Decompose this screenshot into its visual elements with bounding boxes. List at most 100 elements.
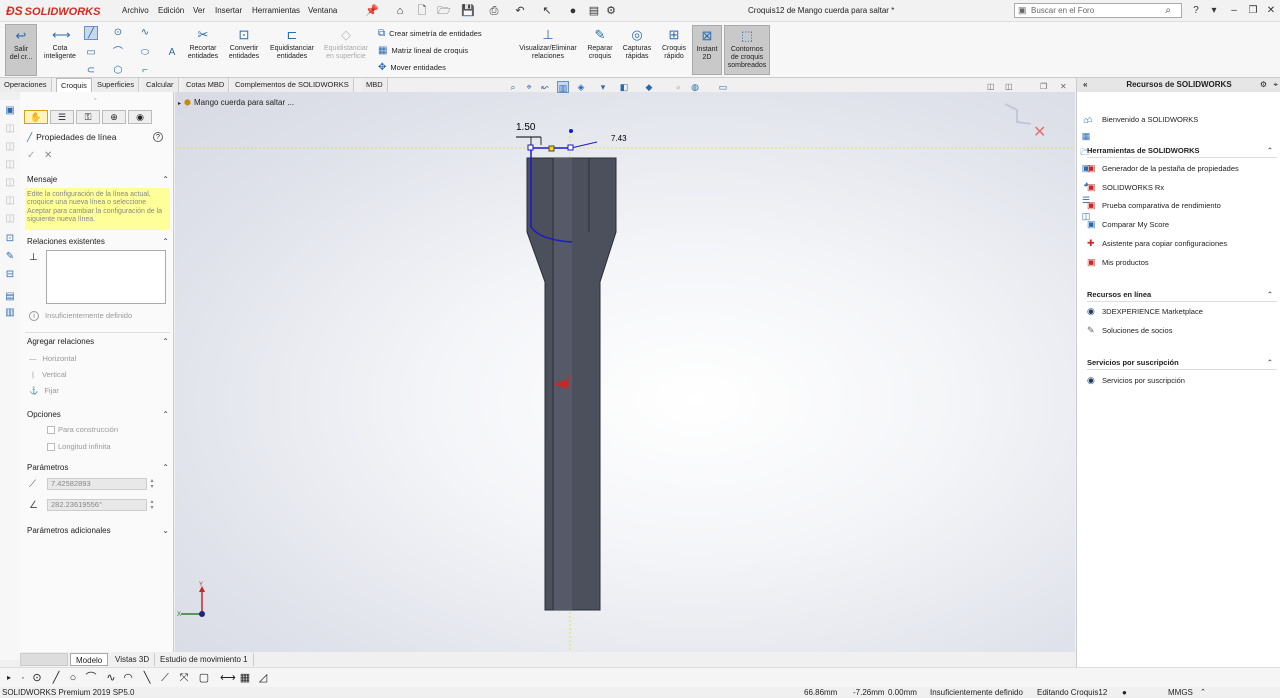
tool-icon-7[interactable]: ◫ — [3, 212, 17, 226]
collapse-handle-icon[interactable]: ◦ — [94, 96, 96, 103]
existing-relations-header[interactable]: Relaciones existentes ⌃ — [27, 237, 169, 246]
parameters-header[interactable]: Parámetros ⌃ — [27, 463, 169, 472]
construction-line-icon[interactable]: ⟋ — [158, 671, 172, 685]
menu-herramientas[interactable]: Herramientas — [252, 6, 300, 15]
checkbox[interactable] — [47, 443, 55, 452]
length-spinner[interactable]: ▴ ▾ — [148, 478, 156, 490]
dimension-value-1[interactable]: 1.50 — [516, 122, 535, 133]
rebuild-status-icon[interactable]: ● — [1122, 688, 1127, 697]
edit-appearance-icon[interactable]: ◕ — [672, 81, 684, 93]
trim-entities-button[interactable]: ✂ Recortar entidades — [184, 27, 222, 75]
offset-entities-button[interactable]: ⊏ Equidistanciar entidades — [266, 27, 318, 75]
spline-icon[interactable]: ∿ — [104, 671, 118, 685]
rapid-sketch-button[interactable]: ⊞ Croquis rápido — [658, 27, 690, 75]
tab-estudio-movimiento[interactable]: Estudio de movimiento 1 — [155, 653, 254, 666]
hide-show-icon[interactable]: ◆ — [643, 81, 655, 93]
tools-section-header[interactable]: Herramientas de SOLIDWORKS ⌃ — [1087, 146, 1277, 158]
unit-system[interactable]: MMGS — [1168, 688, 1193, 697]
tool-icon-4[interactable]: ◫ — [3, 158, 17, 172]
for-construction-checkbox[interactable]: Para construcción — [47, 425, 118, 435]
display-style-icon[interactable]: ◧ — [618, 81, 630, 93]
polygon-tool-icon[interactable]: ⬡ — [111, 64, 125, 78]
spline-tool-icon[interactable]: ∿ — [138, 26, 152, 40]
sketch-relations-icon[interactable]: ⊟ — [3, 268, 17, 282]
tool-icon-6[interactable]: ◫ — [3, 194, 17, 208]
centerline-icon[interactable]: ╲ — [140, 671, 154, 685]
tool-item[interactable]: ▣ Mis productos — [1087, 257, 1149, 268]
zoom-fit-icon[interactable]: ⌕ — [507, 81, 519, 93]
select-cursor-icon[interactable]: ↖ — [540, 4, 554, 18]
pin-icon[interactable]: 📌 — [365, 4, 379, 18]
subscription-header[interactable]: Servicios por suscripción ⌃ — [1087, 358, 1277, 370]
online-item[interactable]: ✎ Soluciones de socios — [1087, 325, 1172, 336]
shaded-sketch-contours-button[interactable]: ⬚ Contornos de croquis sombreados — [724, 25, 770, 75]
apply-scene-icon[interactable]: ◍ — [689, 81, 701, 93]
rebuild-icon[interactable]: ● — [566, 4, 580, 18]
line-icon[interactable]: ╱ — [49, 671, 63, 685]
save-icon[interactable]: 💾 — [461, 4, 475, 18]
toolbar-arrow-icon[interactable]: ▸ — [2, 671, 16, 685]
smart-dimension-button[interactable]: ⟷ Cota inteligente — [40, 27, 80, 75]
tool-item[interactable]: ▣ Prueba comparativa de rendimiento — [1087, 200, 1221, 211]
dimension-value-2[interactable]: 7.43 — [611, 134, 627, 143]
open-folder-icon[interactable]: 🗁 — [437, 4, 451, 18]
home-icon[interactable]: ⌂ — [393, 4, 407, 18]
arc-3pt-icon[interactable]: ◠ — [121, 671, 135, 685]
relation-fix[interactable]: ⚓ Fijar — [29, 386, 59, 395]
rectangle-tool-icon[interactable]: ▭ — [84, 46, 98, 60]
angle-field[interactable]: 282.23619556° — [47, 499, 147, 511]
move-entities-button[interactable]: ✥ Mover entidades — [378, 62, 446, 73]
tab-superficies[interactable]: Superficies — [93, 78, 140, 92]
welcome-link[interactable]: ⌂ Bienvenido a SOLIDWORKS — [1087, 114, 1198, 124]
menu-edicion[interactable]: Edición — [158, 6, 184, 15]
undo-icon[interactable]: ↶ — [513, 4, 527, 18]
point-icon[interactable]: · — [16, 671, 30, 685]
viewport-restore-icon[interactable]: ❐ — [1040, 82, 1047, 91]
convert-icon[interactable]: ▢ — [197, 671, 211, 685]
tool-item[interactable]: ✚ Asistente para copiar configuraciones — [1087, 238, 1227, 249]
search-icon[interactable]: ⌕ — [1165, 4, 1171, 17]
previous-view-icon[interactable]: ↜ — [539, 81, 551, 93]
sketch-tool-icon[interactable]: ⊡ — [3, 232, 17, 246]
display-delete-relations-button[interactable]: ⊥ Visualizar/Eliminar relaciones — [514, 27, 582, 75]
view-orientation-dropdown-icon[interactable]: ▾ — [597, 81, 609, 93]
tab-operaciones[interactable]: Operaciones — [0, 78, 52, 92]
restore-button[interactable]: ❐ — [1245, 4, 1261, 18]
fillet-tool-icon[interactable]: ⌐ — [138, 64, 152, 78]
instant-2d-button[interactable]: ⊠ Instant 2D — [692, 25, 722, 75]
tool-icon-5[interactable]: ◫ — [3, 176, 17, 190]
configuration-tab-icon[interactable]: ⚿ — [76, 110, 100, 124]
options-header[interactable]: Opciones ⌃ — [27, 410, 169, 419]
tool-icon-3[interactable]: ◫ — [3, 140, 17, 154]
appearance-tab-icon[interactable]: ◉ — [128, 110, 152, 124]
angle-spinner[interactable]: ▴ ▾ — [148, 499, 156, 511]
help-icon[interactable]: ? — [153, 132, 163, 142]
tile-window-icon-2[interactable]: ◫ — [1005, 82, 1013, 91]
collapse-panel-icon[interactable]: « — [1083, 78, 1087, 92]
exit-sketch-button[interactable]: ↩ Salir del cr... — [5, 24, 37, 76]
message-section-header[interactable]: Mensaje ⌃ — [27, 175, 169, 184]
display-tool-icon-2[interactable]: ▥ — [3, 306, 17, 320]
tab-complementos[interactable]: Complementos de SOLIDWORKS — [231, 78, 354, 92]
online-item[interactable]: ◉ 3DEXPERIENCE Marketplace — [1087, 306, 1203, 317]
relation-vertical[interactable]: | Vertical — [29, 370, 67, 379]
checkbox[interactable] — [47, 426, 55, 435]
arc-icon[interactable]: ⌒ — [84, 671, 98, 685]
menu-archivo[interactable]: Archivo — [122, 6, 149, 15]
offset-surface-button[interactable]: ◇ Equidistanciar en superficie — [320, 27, 372, 75]
circle-icon[interactable]: ○ — [66, 671, 80, 685]
close-button[interactable]: ✕ — [1263, 4, 1279, 18]
minimize-button[interactable]: – — [1226, 4, 1242, 18]
solidworks-logo[interactable]: ƉS SOLIDWORKS — [6, 4, 100, 18]
subscription-item[interactable]: ◉ Servicios por suscripción — [1087, 375, 1185, 386]
tool-item[interactable]: ▣ Generador de la pestaña de propiedades — [1087, 163, 1239, 174]
dimxpert-tab-icon[interactable]: ⊕ — [102, 110, 126, 124]
quick-snaps-button[interactable]: ◎ Capturas rápidas — [620, 27, 654, 75]
repair-sketch-button[interactable]: ✎ Reparar croquis — [584, 27, 616, 75]
viewport-close-icon[interactable]: ✕ — [1060, 82, 1067, 91]
horizontal-dimension-icon[interactable]: ⟷ — [220, 671, 236, 685]
line-tool-icon[interactable]: ╱ — [84, 26, 98, 40]
edit-sketch-icon[interactable]: ✎ — [3, 250, 17, 264]
section-view-icon[interactable]: ▥ — [557, 81, 569, 93]
tab-vistas-3d[interactable]: Vistas 3D — [110, 653, 156, 666]
